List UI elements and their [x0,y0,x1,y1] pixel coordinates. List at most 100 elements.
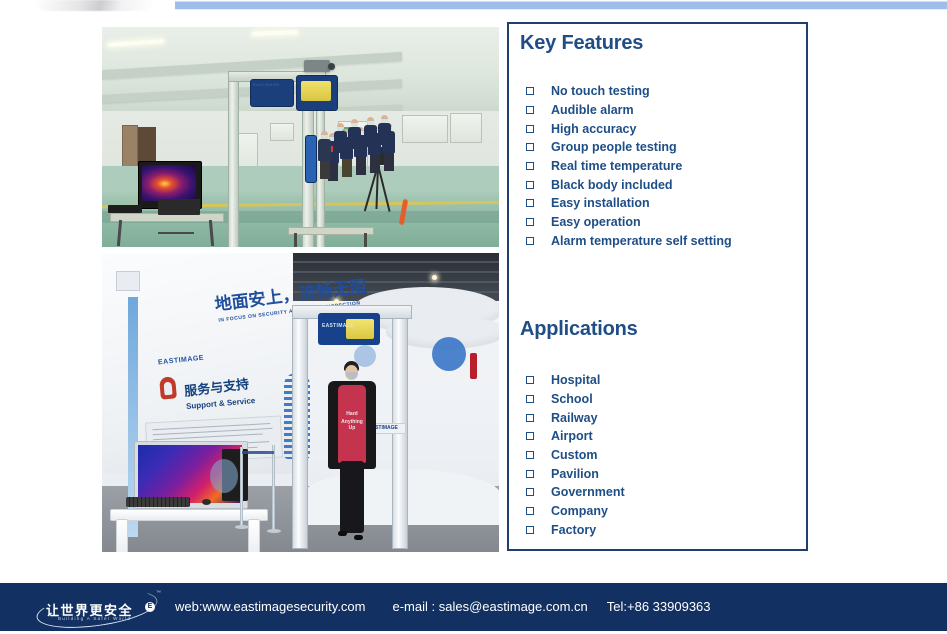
checkbox-icon [526,413,534,422]
list-item: Easy operation [520,213,732,232]
product-photo-factory: EASTIMAGE [102,27,499,247]
list-item-label: Custom [551,448,598,463]
gate-brand-label: EASTIMAGE [253,82,280,87]
ceiling-slat [284,271,499,273]
page-header [0,0,947,22]
person-walking-through-gate: Hard Anything Up [320,361,384,551]
led-indicator [470,353,477,379]
list-item-label: Railway [551,410,598,425]
list-item-label: Easy installation [551,196,650,211]
list-item: Government [520,483,625,502]
desk-leg [116,519,128,552]
camera-lens-icon [328,63,335,70]
list-item-label: School [551,392,593,407]
footer-contact-row: web:www.eastimagesecurity.com e-mail : s… [175,599,711,614]
checkbox-icon [526,395,534,404]
list-item: Airport [520,427,625,446]
footer-website[interactable]: web:www.eastimagesecurity.com [175,599,366,614]
list-item-label: High accuracy [551,121,637,136]
list-item-label: Pavilion [551,466,599,481]
checkbox-icon [526,124,534,133]
logo-mark-icon: E [145,602,155,612]
applications-heading: Applications [520,318,638,340]
list-item: Custom [520,446,625,465]
checkbox-icon [526,199,534,208]
thermal-camera [304,60,330,72]
queue-stanchion [272,445,275,531]
gate-post-left [292,309,308,549]
decorative-mirror [210,459,238,493]
stanchion-base [267,529,281,533]
key-features-list: No touch testing Audible alarm High accu… [520,82,732,250]
ceiling-downlight [432,275,437,280]
list-item: Black body included [520,175,732,194]
white-cabinet [450,113,482,143]
gate-indicator-strip [305,135,317,183]
cropped-company-logo-icon [34,0,154,11]
checkbox-icon [526,180,534,189]
list-item: Group people testing [520,138,732,157]
wall-circle-graphic [432,337,466,371]
list-item-label: Airport [551,429,593,444]
list-item-label: Real time temperature [551,159,683,174]
list-item: Audible alarm [520,101,732,120]
checkbox-icon [526,507,534,516]
key-features-heading: Key Features [520,32,644,54]
checkbox-icon [526,162,534,171]
list-item-label: Audible alarm [551,103,634,118]
list-item: No touch testing [520,82,732,101]
queue-belt [242,451,274,454]
stanchion-base [235,525,249,529]
list-item-label: Group people testing [551,140,677,155]
list-item-label: Black body included [551,177,673,192]
trademark-symbol: ™ [156,590,161,596]
list-item: High accuracy [520,119,732,138]
applications-list: Hospital School Railway Airport Custom P… [520,371,625,539]
white-cabinet [402,115,448,143]
list-item-label: No touch testing [551,84,650,99]
list-item-label: Company [551,504,608,519]
list-item: Railway [520,408,625,427]
detector-gate-post-left [228,75,239,247]
queue-stanchion [240,447,243,527]
photo-factory-scene: EASTIMAGE [102,27,499,247]
list-item: Hospital [520,371,625,390]
list-item: Factory [520,521,625,540]
gate-display-screen [346,319,374,339]
logo-tagline: Building A Safer World [58,616,132,621]
checkbox-icon [526,236,534,245]
checkbox-icon [526,469,534,478]
thermal-display-screen [301,81,331,101]
emergency-light [116,271,140,291]
desk-leg [248,519,260,552]
list-item: Real time temperature [520,157,732,176]
service-icon [159,376,177,400]
header-divider-rule [175,1,947,10]
list-item: School [520,390,625,409]
checkbox-icon [526,143,534,152]
list-item: Pavilion [520,464,625,483]
table-leg [294,233,297,247]
checkbox-icon [526,218,534,227]
workstation-desk [110,509,268,521]
equipment-box [108,205,142,213]
footer-email[interactable]: e-mail : sales@eastimage.com.cn [393,599,588,614]
photo-exhibition-scene: 地面安上，流畅无阻 IN FOCUS ON SECURITY AND SMART… [102,253,499,552]
checkbox-icon [526,525,534,534]
gate-brand-label: EASTIMAGE [322,323,355,329]
features-and-applications-panel: Key Features No touch testing Audible al… [507,22,808,551]
product-photo-exhibition: 地面安上，流畅无阻 IN FOCUS ON SECURITY AND SMART… [102,253,499,552]
company-logo: 让世界更安全 Building A Safer World E ™ [28,583,168,634]
keyboard [126,497,190,507]
checkbox-icon [526,488,534,497]
table-leg [364,233,367,247]
list-item: Company [520,502,625,521]
list-item-label: Alarm temperature self setting [551,233,732,248]
thermal-monitor-screen [142,165,196,201]
checkbox-icon [526,451,534,460]
list-item-label: Hospital [551,373,601,388]
checkbox-icon [526,376,534,385]
glass-panel-table [288,227,374,235]
checkbox-icon [526,106,534,115]
list-item: Easy installation [520,194,732,213]
